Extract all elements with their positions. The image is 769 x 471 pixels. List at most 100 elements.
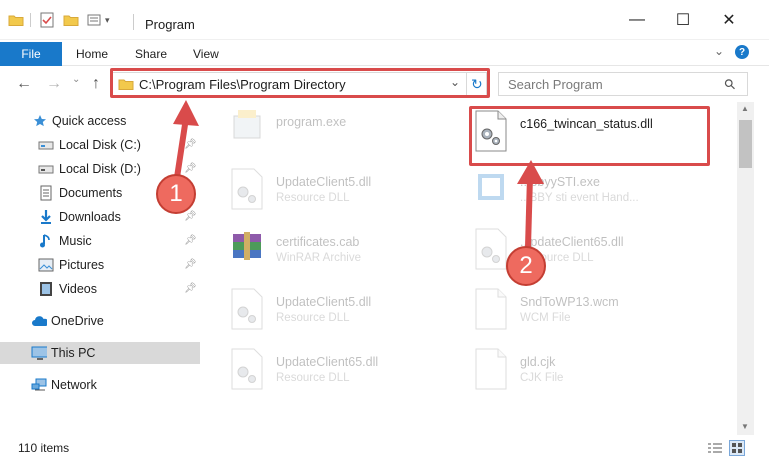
- sidebar-item-network[interactable]: Network: [0, 374, 200, 396]
- exe-icon: [474, 168, 508, 210]
- address-highlight-box: [110, 68, 490, 98]
- pin-icon: 📌︎: [184, 259, 197, 270]
- quick-access-toolbar: ▾: [8, 10, 110, 30]
- chevron-down-icon[interactable]: ▾: [105, 15, 110, 26]
- sidebar-item-local-disk-c[interactable]: Local Disk (C:) 📌︎: [0, 134, 200, 156]
- file-name: UpdateClient5.dll: [276, 175, 372, 189]
- file-name: program.exe: [276, 115, 347, 129]
- sidebar-item-label: This PC: [51, 346, 96, 360]
- dll-gear-icon: [230, 168, 264, 210]
- sidebar-item-pictures[interactable]: Pictures 📌︎: [0, 254, 200, 276]
- sidebar-item-label: Pictures: [59, 258, 105, 272]
- search-placeholder[interactable]: Search Program: [508, 77, 603, 92]
- window-title: Program: [145, 17, 195, 32]
- file-name: UpdateClient65.dll: [276, 355, 379, 369]
- maximize-button[interactable]: ☐: [660, 8, 706, 32]
- sidebar-item-label: Local Disk (C:): [59, 138, 141, 152]
- properties-icon[interactable]: [39, 12, 55, 28]
- details-view-icon[interactable]: [707, 442, 723, 454]
- sidebar-item-videos[interactable]: Videos 📌︎: [0, 278, 200, 300]
- vertical-scrollbar[interactable]: ▲ ▼: [737, 102, 754, 435]
- status-bar: 110 items: [0, 435, 769, 471]
- file-name: SndToWP13.wcm: [520, 295, 619, 309]
- file-name: ...pdateClient65.dll: [520, 235, 624, 249]
- scroll-down-icon[interactable]: ▼: [741, 422, 749, 431]
- new-folder-icon[interactable]: [63, 13, 79, 27]
- folder-icon[interactable]: [8, 13, 24, 27]
- navigation-pane: Quick access Local Disk (C:) 📌︎ Local Di…: [0, 102, 202, 435]
- maximize-icon: ☐: [675, 12, 691, 29]
- item-count: 110 items: [18, 441, 70, 455]
- search-icon[interactable]: ⚲: [720, 75, 739, 94]
- up-button[interactable]: ↑: [92, 75, 100, 93]
- file-highlight-box: [469, 106, 710, 166]
- tab-share[interactable]: Share: [135, 47, 167, 61]
- download-icon: [38, 209, 54, 225]
- archive-icon: [230, 228, 264, 270]
- file-type: ...BBY sti event Hand...: [520, 192, 639, 204]
- sidebar-item-label: Network: [51, 378, 97, 392]
- blank-file-icon: [474, 288, 508, 330]
- sidebar-item-this-pc[interactable]: This PC: [0, 342, 200, 364]
- file-type: WinRAR Archive: [276, 252, 361, 264]
- scrollbar-thumb[interactable]: [739, 120, 752, 168]
- dll-gear-icon: [230, 288, 264, 330]
- recent-locations-button[interactable]: ⌄: [72, 74, 80, 85]
- file-type: Resource DLL: [276, 192, 350, 204]
- file-item-updateclient5-dll-2[interactable]: UpdateClient5.dll Resource DLL: [230, 288, 470, 340]
- network-icon: [31, 377, 47, 393]
- pin-icon: 📌︎: [184, 283, 197, 294]
- sidebar-item-quick-access[interactable]: Quick access: [0, 110, 200, 132]
- sidebar-item-label: Documents: [59, 186, 123, 200]
- cloud-icon: [31, 313, 47, 329]
- program-icon: [230, 108, 264, 150]
- callout-step-2: 2: [506, 246, 546, 286]
- pin-icon: 📌︎: [184, 235, 197, 246]
- forward-button[interactable]: →: [46, 75, 62, 93]
- file-type: Resource DLL: [276, 372, 350, 384]
- dll-gear-icon: [474, 228, 508, 270]
- help-icon[interactable]: ?: [735, 45, 749, 59]
- blank-file-icon: [474, 348, 508, 390]
- file-type: Resource DLL: [276, 312, 350, 324]
- sidebar-item-music[interactable]: Music 📌︎: [0, 230, 200, 252]
- large-icons-view-icon[interactable]: [729, 440, 745, 456]
- back-button[interactable]: ←: [16, 75, 32, 93]
- sidebar-item-label: OneDrive: [51, 314, 104, 328]
- ribbon-expand-icon[interactable]: ⌄: [714, 44, 724, 58]
- music-icon: [38, 233, 54, 249]
- sidebar-item-onedrive[interactable]: OneDrive: [0, 310, 200, 332]
- file-name: certificates.cab: [276, 235, 360, 249]
- close-button[interactable]: ✕: [706, 8, 752, 32]
- file-item-abbyysti-exe[interactable]: ...bbyySTI.exe ...BBY sti event Hand...: [474, 168, 714, 220]
- close-icon: ✕: [722, 12, 736, 29]
- file-item-gld-cjk[interactable]: gld.cjk CJK File: [474, 348, 714, 400]
- videos-icon: [38, 281, 54, 297]
- callout-step-1: 1: [156, 174, 196, 214]
- sidebar-item-label: Videos: [59, 282, 97, 296]
- tab-view[interactable]: View: [193, 47, 219, 61]
- file-name: ...bbyySTI.exe: [520, 175, 600, 189]
- file-item-updateclient65-dll-2[interactable]: UpdateClient65.dll Resource DLL: [230, 348, 470, 400]
- file-name: gld.cjk: [520, 355, 556, 369]
- pictures-icon: [38, 257, 54, 273]
- file-item-program-exe[interactable]: program.exe: [230, 108, 470, 160]
- sidebar-item-label: Music: [59, 234, 92, 248]
- pin-icon: 📌︎: [184, 211, 197, 222]
- sidebar-item-label: Local Disk (D:): [59, 162, 141, 176]
- pin-icon: 📌︎: [184, 139, 197, 150]
- file-item-updateclient5-dll[interactable]: UpdateClient5.dll Resource DLL: [230, 168, 470, 220]
- customize-toolbar-icon[interactable]: [87, 13, 101, 27]
- computer-icon: [31, 345, 47, 361]
- drive-icon: [38, 161, 54, 177]
- star-icon: [32, 113, 48, 129]
- tab-home[interactable]: Home: [76, 47, 108, 61]
- title-bar: ▾ Program — ☐ ✕: [0, 0, 769, 40]
- file-item-sndtowp13-wcm[interactable]: SndToWP13.wcm WCM File: [474, 288, 714, 340]
- file-item-certificates-cab[interactable]: certificates.cab WinRAR Archive: [230, 228, 470, 280]
- minimize-button[interactable]: —: [614, 8, 660, 32]
- scroll-up-icon[interactable]: ▲: [741, 104, 749, 113]
- tab-file[interactable]: File: [0, 42, 62, 66]
- search-box[interactable]: Search Program ⚲: [498, 72, 748, 96]
- minimize-icon: —: [629, 11, 645, 28]
